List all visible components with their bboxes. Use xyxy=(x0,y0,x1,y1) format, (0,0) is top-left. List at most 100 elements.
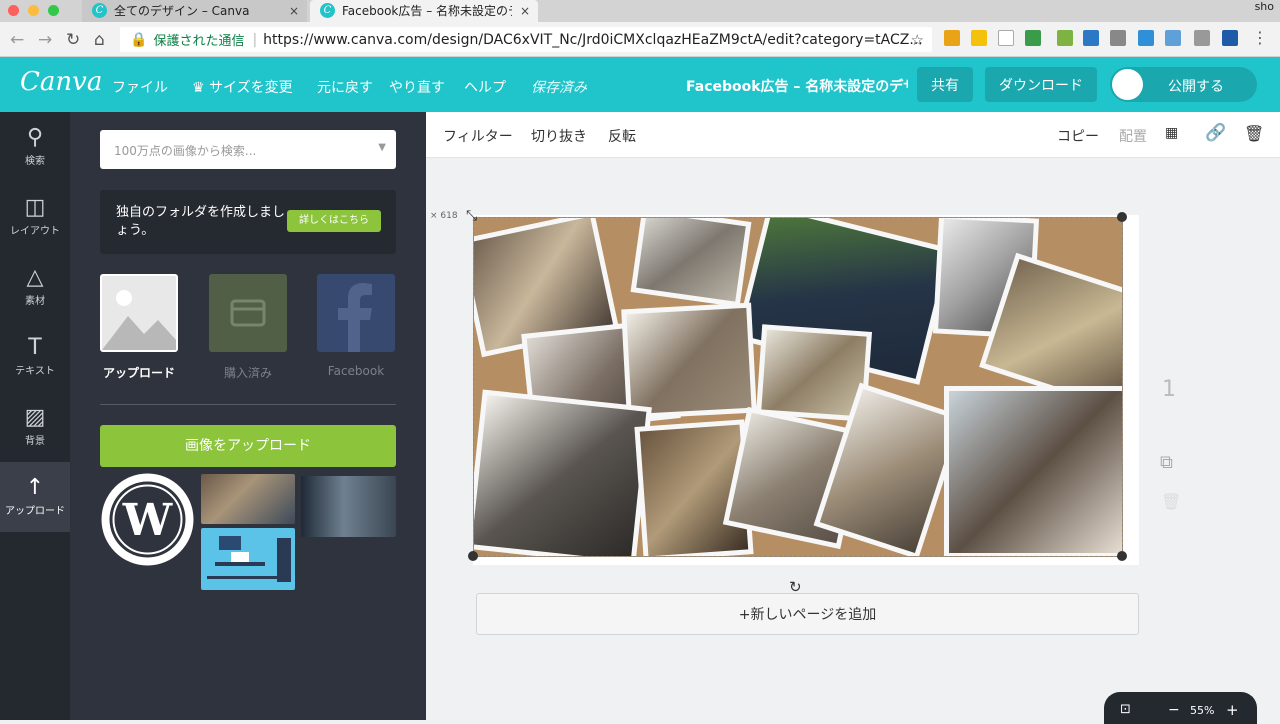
extension-icon[interactable] xyxy=(1110,30,1126,46)
tab-close-icon[interactable]: × xyxy=(520,2,530,20)
design-title[interactable]: Facebook広告 – 名称未設定のデザイン xyxy=(686,76,908,96)
extension-icon[interactable] xyxy=(1025,30,1041,46)
uploaded-thumb-desk-illustration[interactable] xyxy=(201,528,295,590)
source-label-purchased: 購入済み xyxy=(223,366,272,380)
rail-label: レイアウト xyxy=(10,226,60,237)
corner-resize-icon[interactable]: ⤡ xyxy=(466,208,477,224)
redo-button[interactable]: やり直す xyxy=(389,77,445,97)
rail-item-text[interactable]: T テキスト xyxy=(0,322,70,392)
svg-text:W: W xyxy=(122,495,173,546)
rail-item-layout[interactable]: ◫ レイアウト xyxy=(0,182,70,252)
arrange-button[interactable]: 配置 xyxy=(1119,126,1147,146)
collage-photo xyxy=(474,389,652,556)
source-uploads[interactable] xyxy=(100,274,178,352)
facebook-icon xyxy=(338,283,372,352)
bookmark-star-icon[interactable]: ☆ xyxy=(911,31,924,49)
url-text: https://www.canva.com/design/DAC6xVIT_Nc… xyxy=(263,31,923,48)
rail-label: アップロード xyxy=(5,506,65,517)
extension-icon[interactable] xyxy=(1165,30,1181,46)
zoom-control: ⊡ − 55% + xyxy=(1104,692,1257,724)
filter-button[interactable]: フィルター xyxy=(443,126,513,146)
size-indicator: × 618 xyxy=(430,211,458,221)
extension-icon[interactable] xyxy=(1222,30,1238,46)
browser-tab-strip: C 全てのデザイン – Canva × C Facebook広告 – 名称未設定… xyxy=(0,0,1280,22)
background-pattern-icon: ▨ xyxy=(24,405,46,430)
uploaded-thumb-wordpress[interactable]: W xyxy=(100,472,195,567)
uploads-panel: 100万点の画像から検索... ▼ 独自のフォルダを作成しましょう。 詳しくはこ… xyxy=(70,112,426,720)
help-menu[interactable]: ヘルプ xyxy=(464,77,506,97)
learn-more-button[interactable]: 詳しくはこちら xyxy=(287,210,381,232)
zoom-out-button[interactable]: − xyxy=(1168,702,1180,718)
source-label-facebook: Facebook xyxy=(327,364,385,378)
extension-icon[interactable] xyxy=(1083,30,1099,46)
collage-photo xyxy=(944,386,1122,556)
source-label-uploads: アップロード xyxy=(102,366,175,380)
resize-handle[interactable] xyxy=(1117,551,1127,561)
uploaded-thumb-tablet[interactable] xyxy=(301,476,396,537)
rail-item-search[interactable]: ⚲ 検索 xyxy=(0,112,70,182)
forward-arrow-icon[interactable]: → xyxy=(38,30,52,50)
share-button[interactable]: 共有 xyxy=(917,67,973,102)
text-icon: T xyxy=(28,335,42,360)
reload-icon[interactable]: ↻ xyxy=(66,30,80,50)
extension-icon[interactable] xyxy=(944,30,960,46)
duplicate-page-icon[interactable]: ⧉ xyxy=(1160,452,1173,473)
url-field[interactable]: 🔒 保護された通信 | https://www.canva.com/design… xyxy=(120,27,932,52)
browser-tab-facebook-ad[interactable]: C Facebook広告 – 名称未設定のデザイン × xyxy=(310,0,538,22)
home-icon[interactable]: ⌂ xyxy=(94,30,105,50)
browser-tab-all-designs[interactable]: C 全てのデザイン – Canva × xyxy=(82,0,307,22)
crop-button[interactable]: 切り抜き xyxy=(531,126,587,146)
uploaded-thumb-collage[interactable] xyxy=(201,474,295,524)
search-placeholder: 100万点の画像から検索... xyxy=(114,144,257,158)
file-menu[interactable]: ファイル xyxy=(112,77,168,97)
extension-icon[interactable] xyxy=(1194,30,1210,46)
resize-button[interactable]: ♛ サイズを変更 xyxy=(192,77,293,97)
extension-icon[interactable] xyxy=(1138,30,1154,46)
image-search-input[interactable]: 100万点の画像から検索... ▼ xyxy=(100,130,396,169)
transparency-icon[interactable]: ▦ xyxy=(1165,125,1178,141)
browser-menu-icon[interactable]: ⋮ xyxy=(1252,28,1268,47)
card-icon xyxy=(230,299,266,327)
zoom-level[interactable]: 55% xyxy=(1190,704,1214,717)
rail-item-uploads[interactable]: ↑ アップロード xyxy=(0,462,70,532)
secure-label: 保護された通信 xyxy=(153,34,245,49)
link-icon[interactable]: 🔗 xyxy=(1205,123,1226,143)
rail-item-background[interactable]: ▨ 背景 xyxy=(0,392,70,462)
rail-item-elements[interactable]: △ 素材 xyxy=(0,252,70,322)
zoom-in-button[interactable]: + xyxy=(1226,701,1239,719)
source-purchased[interactable] xyxy=(209,274,287,352)
selected-collage-image[interactable] xyxy=(473,217,1123,557)
extension-icon[interactable] xyxy=(1057,30,1073,46)
resize-handle[interactable] xyxy=(1117,212,1127,222)
chevron-down-icon[interactable]: ▼ xyxy=(378,142,386,153)
tab-close-icon[interactable]: × xyxy=(289,2,299,20)
delete-page-icon[interactable]: 🗑 xyxy=(1161,492,1181,511)
extension-icon[interactable] xyxy=(971,30,987,46)
publish-toggle[interactable]: 公開する xyxy=(1110,67,1257,102)
canva-logo[interactable]: Canva xyxy=(20,67,102,97)
minimize-window-icon[interactable] xyxy=(28,5,39,16)
source-facebook[interactable] xyxy=(317,274,395,352)
collage-photo xyxy=(630,218,752,308)
copy-button[interactable]: コピー xyxy=(1057,126,1099,146)
back-arrow-icon[interactable]: ← xyxy=(10,30,24,50)
layout-icon: ◫ xyxy=(24,195,46,220)
upload-image-button[interactable]: 画像をアップロード xyxy=(100,425,396,467)
download-button[interactable]: ダウンロード xyxy=(985,67,1097,102)
present-icon[interactable]: ⊡ xyxy=(1120,702,1131,717)
flip-button[interactable]: 反転 xyxy=(608,126,636,146)
folder-promo: 独自のフォルダを作成しましょう。 詳しくはこちら xyxy=(100,190,396,254)
rail-label: 素材 xyxy=(25,296,45,307)
close-window-icon[interactable] xyxy=(8,5,19,16)
editor-top-bar: Canva ファイル ♛ サイズを変更 元に戻す やり直す ヘルプ 保存済み F… xyxy=(0,57,1280,112)
resize-handle[interactable] xyxy=(468,551,478,561)
browser-user[interactable]: sho xyxy=(1255,0,1274,13)
search-icon: ⚲ xyxy=(26,125,44,150)
publish-label: 公開する xyxy=(1168,79,1224,95)
add-page-button[interactable]: +新しいページを追加 xyxy=(476,593,1139,635)
maximize-window-icon[interactable] xyxy=(48,5,59,16)
undo-button[interactable]: 元に戻す xyxy=(317,77,373,97)
rail-label: テキスト xyxy=(15,366,55,377)
extension-icon[interactable] xyxy=(998,30,1014,46)
trash-icon[interactable]: 🗑 xyxy=(1244,124,1264,143)
